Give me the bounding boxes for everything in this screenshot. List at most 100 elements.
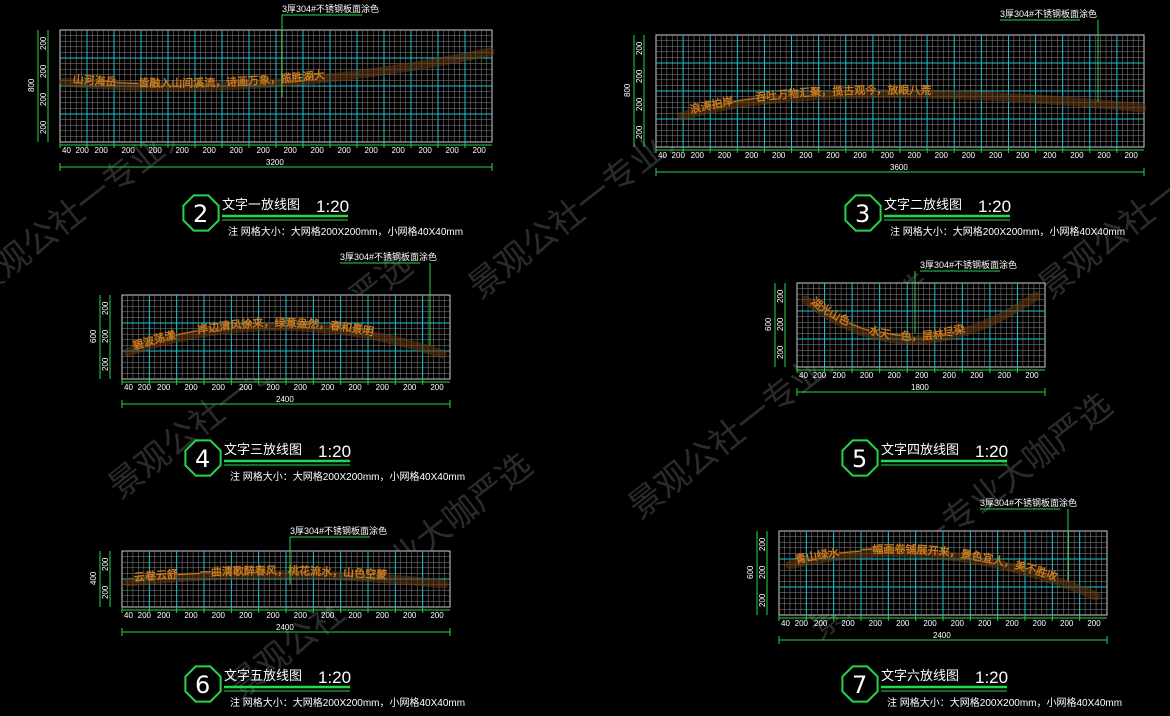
detail-number: 4 <box>195 445 210 473</box>
dimension-label: 200 <box>915 371 929 380</box>
dimension-label: 200 <box>284 146 298 155</box>
dimension-label: 200 <box>212 383 226 392</box>
grid-note: 注 网格大小：大网格200X200mm，小网格40X40mm <box>887 696 1122 709</box>
grid-note: 注 网格大小：大网格200X200mm，小网格40X40mm <box>230 470 465 483</box>
bottom-dimensions: 40 200 200 200 200 200 200 200 200 2001800 <box>796 367 1046 396</box>
drawing-scale: 1:20 <box>975 668 1008 687</box>
dimension-label: 200 <box>149 146 163 155</box>
dimension-label: 200 <box>841 619 855 628</box>
dimension-label: 200 <box>39 64 48 78</box>
dimension-label: 200 <box>978 619 992 628</box>
dimension-label: 200 <box>989 151 1003 160</box>
total-width-label: 3600 <box>890 163 908 172</box>
dimension-label: 200 <box>365 146 379 155</box>
title-block: 5 文字四放线图 1:20 <box>841 439 1008 477</box>
drawing-scale: 1:20 <box>318 442 351 461</box>
dimension-label: 200 <box>392 146 406 155</box>
dimension-label: 200 <box>1060 619 1074 628</box>
bottom-dimensions: 40 200 200 200 200 200 200 200 200 200 200 200 20024… <box>121 607 451 636</box>
panel-3: 浪涛拍岸——吞吐万物汇聚，揽古观今，放眼八荒40 200 200 200 200 200 2… <box>623 8 1147 238</box>
dimension-label: 200 <box>635 97 644 111</box>
dimension-label: 40 <box>658 151 667 160</box>
dimension-label: 200 <box>896 619 910 628</box>
dimension-label: 200 <box>869 619 883 628</box>
panel-6: 云卷云舒——一曲清歌醉春风，桃花流水，山色空蒙40 200 200 200 200 200… <box>89 525 465 709</box>
dimension-label: 200 <box>1097 151 1111 160</box>
dimension-label: 200 <box>758 565 767 579</box>
dimension-label: 200 <box>266 611 280 620</box>
annotation-text: 3厚304#不锈钢板面涂色 <box>340 251 437 262</box>
left-dimensions: 200200200200800 <box>27 30 49 142</box>
dimension-label: 200 <box>887 371 901 380</box>
dimension-label: 200 <box>184 383 198 392</box>
total-width-label: 2400 <box>933 631 951 640</box>
drawing-scale: 1:20 <box>316 197 349 216</box>
drawing-title: 文字四放线图 <box>881 442 959 457</box>
detail-number: 6 <box>195 671 210 699</box>
dimension-label: 200 <box>239 611 253 620</box>
left-dimensions: 200200200200800 <box>623 35 645 147</box>
dimension-label: 200 <box>1016 151 1030 160</box>
grid-frame <box>796 282 1046 368</box>
dimension-label: 200 <box>101 557 110 571</box>
annotation-text: 3厚304#不锈钢板面涂色 <box>920 259 1017 270</box>
dimension-label: 200 <box>419 146 433 155</box>
dimension-label: 200 <box>446 146 460 155</box>
dimension-label: 200 <box>860 371 874 380</box>
dimension-label: 200 <box>962 151 976 160</box>
dimension-label: 200 <box>321 383 335 392</box>
dimension-label: 200 <box>403 611 417 620</box>
detail-number: 2 <box>193 200 208 228</box>
dimension-label: 200 <box>635 125 644 139</box>
dimension-label: 200 <box>403 383 417 392</box>
dimension-label: 200 <box>294 611 308 620</box>
dimension-label: 200 <box>1043 151 1057 160</box>
detail-number: 7 <box>852 671 867 699</box>
grid-note: 注 网格大小：大网格200X200mm，小网格40X40mm <box>228 225 463 238</box>
detail-number: 5 <box>852 445 867 473</box>
dimension-label: 200 <box>1124 151 1138 160</box>
dimension-label: 200 <box>39 92 48 106</box>
dimension-label: 200 <box>184 611 198 620</box>
dimension-label: 200 <box>776 289 785 303</box>
dimension-label: 40 <box>124 611 133 620</box>
left-dimensions: 200200200600 <box>764 283 786 367</box>
dimension-label: 200 <box>1070 151 1084 160</box>
dimension-label: 200 <box>101 329 110 343</box>
total-width-label: 1800 <box>911 383 929 392</box>
title-block: 6 文字五放线图 1:20 注 网格大小：大网格200X200mm，小网格40X40m… <box>184 665 465 709</box>
dimension-label: 200 <box>935 151 949 160</box>
dimension-label: 200 <box>212 611 226 620</box>
grid-note: 注 网格大小：大网格200X200mm，小网格40X40mm <box>230 696 465 709</box>
drawing-title: 文字五放线图 <box>224 668 302 683</box>
total-width-label: 2400 <box>276 395 294 404</box>
total-width-label: 2400 <box>276 623 294 632</box>
dimension-label: 200 <box>473 146 487 155</box>
left-dimensions: 200200200600 <box>89 295 111 379</box>
dimension-label: 200 <box>257 146 271 155</box>
dimension-label: 200 <box>157 383 171 392</box>
drawing-canvas: 景观公社一专业大咖严选 景观公社一专业大咖严选景观公社一专业大咖严选景观公社一专业… <box>0 3 1170 709</box>
height-label: 800 <box>27 78 36 92</box>
dimension-label: 200 <box>832 371 846 380</box>
dimension-label: 200 <box>266 383 280 392</box>
dimension-label: 200 <box>718 151 732 160</box>
dimension-label: 200 <box>908 151 922 160</box>
left-dimensions: 200 200400 <box>89 551 111 607</box>
dimension-label: 200 <box>39 36 48 50</box>
dimension-label: 200 <box>101 585 110 599</box>
panel-layer: 山河海岳——皆融入山间溪流，诗画万象，揽胜湖大40 200 200 200 200 200… <box>27 3 1147 709</box>
dimension-label: 200 <box>321 611 335 620</box>
dimension-label: 200 <box>376 611 390 620</box>
annotation-text: 3厚304#不锈钢板面涂色 <box>282 3 379 14</box>
dimension-label: 40 <box>781 619 790 628</box>
drawing-title: 文字一放线图 <box>222 197 300 212</box>
dimension-label: 40 <box>799 371 808 380</box>
dimension-label: 200 <box>348 383 362 392</box>
dimension-label: 200 <box>826 151 840 160</box>
dimension-label: 200 <box>230 146 244 155</box>
dimension-label: 200 <box>943 371 957 380</box>
height-label: 800 <box>623 83 632 97</box>
dimension-label: 200 <box>95 146 109 155</box>
annotation-text: 3厚304#不锈钢板面涂色 <box>980 497 1077 508</box>
